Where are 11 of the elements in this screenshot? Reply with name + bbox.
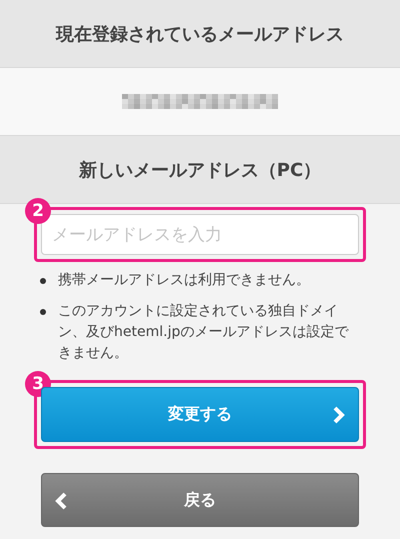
- chevron-left-icon: [54, 491, 68, 511]
- note-text: このアカウントに設定されている独自ドメイン、及びheteml.jpのメールアドレスは設定できません。: [58, 302, 350, 363]
- note-text: 携帯メールアドレスは利用できません。: [58, 271, 310, 290]
- bullet-icon: [40, 278, 46, 284]
- bullet-icon: [40, 309, 46, 315]
- section-heading: 現在登録されているメールアドレス: [56, 22, 344, 46]
- submit-button[interactable]: 変更する: [41, 387, 359, 442]
- email-input-field[interactable]: メールアドレスを入力: [41, 214, 359, 255]
- section-heading: 新しいメールアドレス（PC）: [78, 158, 322, 182]
- back-button[interactable]: 戻る: [41, 473, 359, 527]
- chevron-right-icon: [332, 405, 346, 425]
